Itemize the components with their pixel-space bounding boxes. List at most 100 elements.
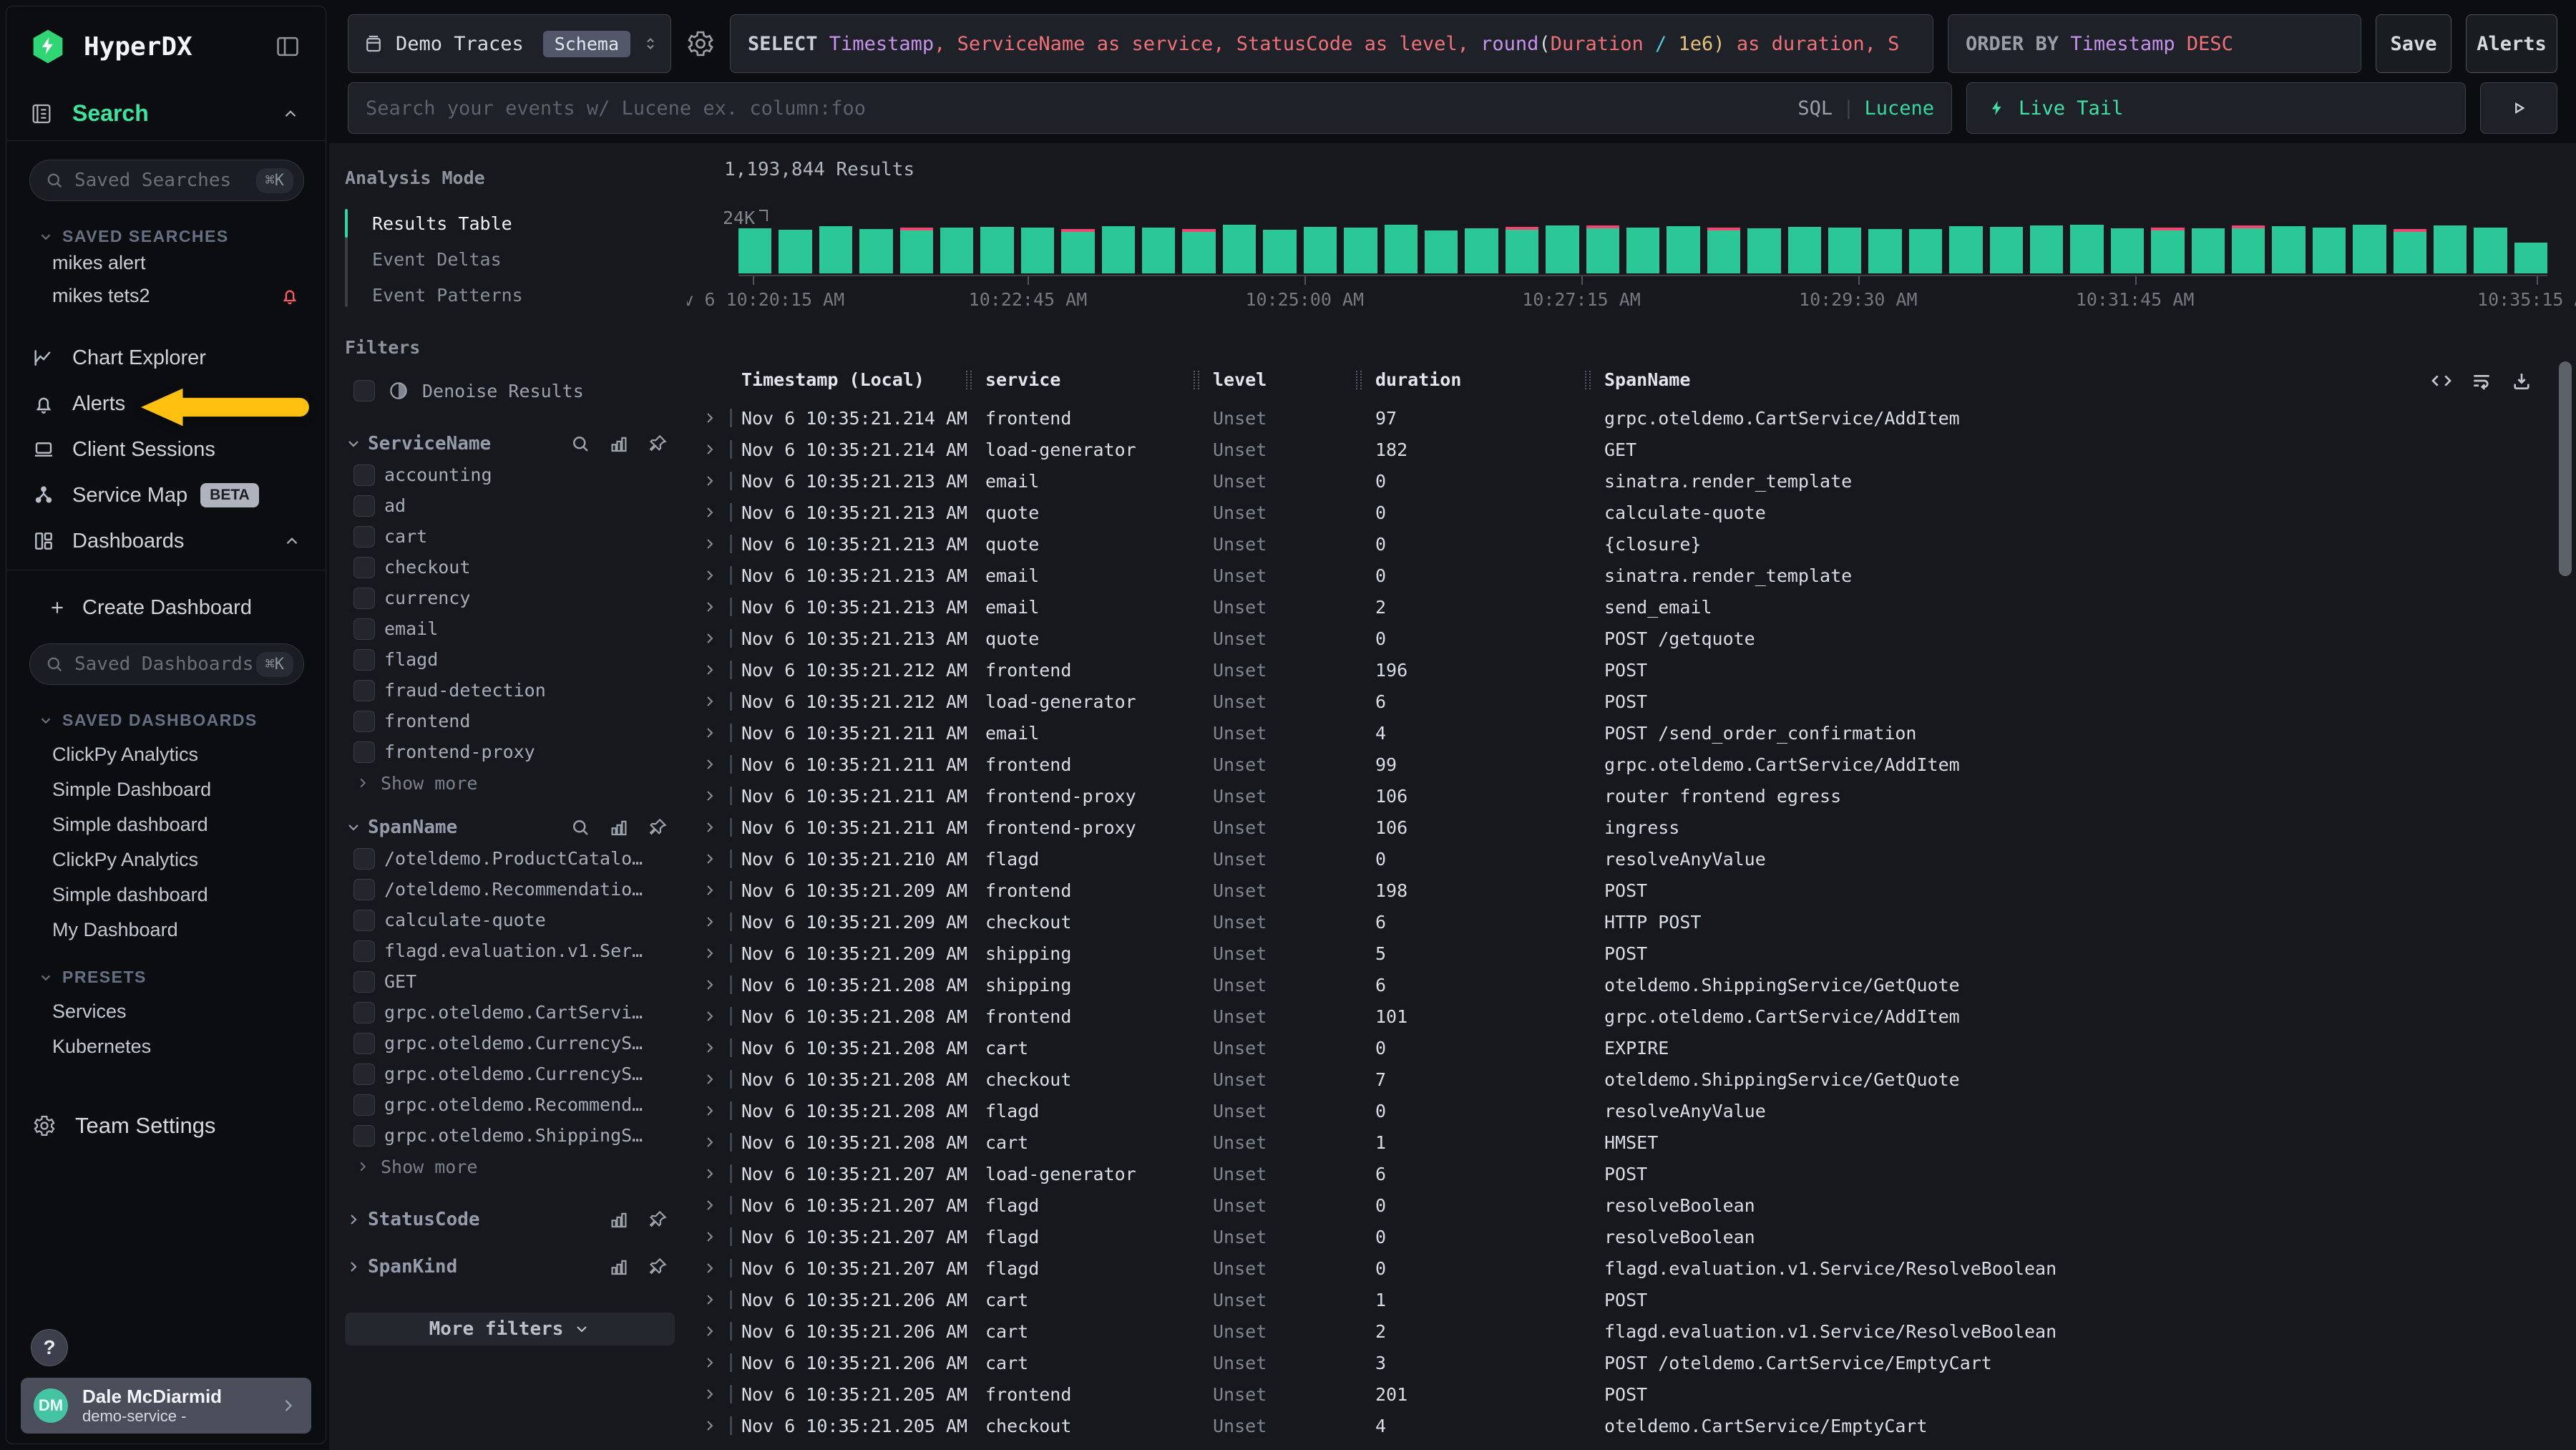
expand-row-icon[interactable]	[701, 1291, 718, 1308]
checkbox[interactable]	[353, 1033, 375, 1054]
filter-checkbox-item[interactable]: flagd	[345, 644, 687, 675]
expand-row-icon[interactable]	[701, 1228, 718, 1245]
histogram-bar[interactable]	[980, 227, 1013, 273]
saved-dashboards-search[interactable]: ⌘K	[29, 643, 304, 685]
saved-searches-search[interactable]: ⌘K	[29, 160, 304, 201]
checkbox[interactable]	[353, 588, 375, 609]
histogram-bar[interactable]	[2030, 225, 2063, 273]
histogram-bar[interactable]	[1344, 228, 1377, 273]
expand-row-icon[interactable]	[701, 882, 718, 899]
order-by-editor[interactable]: ORDER BY Timestamp DESC	[1948, 14, 2361, 73]
expand-row-icon[interactable]	[701, 1008, 718, 1025]
expand-row-icon[interactable]	[701, 535, 718, 553]
table-row[interactable]: Nov 6 10:35:21.211 AM frontend-proxy Uns…	[701, 780, 2576, 812]
histogram-bar[interactable]	[2232, 225, 2265, 273]
histogram-bar[interactable]	[1828, 228, 1861, 273]
table-row[interactable]: Nov 6 10:35:21.207 AM flagd Unset 0 reso…	[701, 1221, 2576, 1252]
expand-row-icon[interactable]	[701, 1260, 718, 1277]
histogram-bar[interactable]	[1949, 226, 1982, 273]
histogram-bar[interactable]	[1747, 228, 1780, 273]
column-header-level[interactable]: level	[1213, 369, 1375, 390]
checkbox[interactable]	[353, 557, 375, 578]
filter-checkbox-item[interactable]: calculate-quote	[345, 905, 687, 935]
bar-chart-icon[interactable]	[608, 433, 630, 454]
histogram-bar[interactable]	[1425, 230, 1458, 273]
filter-checkbox-item[interactable]: frontend-proxy	[345, 736, 687, 767]
saved-dashboard-item[interactable]: Simple dashboard	[6, 877, 326, 913]
expand-row-icon[interactable]	[701, 1039, 718, 1056]
table-row[interactable]: Nov 6 10:35:21.214 AM load-generator Uns…	[701, 434, 2576, 465]
expand-row-icon[interactable]	[701, 661, 718, 678]
pin-icon[interactable]	[647, 1256, 668, 1278]
sidebar-item-service-map[interactable]: Service Map BETA	[6, 472, 326, 518]
table-row[interactable]: Nov 6 10:35:21.208 AM shipping Unset 6 o…	[701, 969, 2576, 1001]
schema-badge[interactable]: Schema	[543, 31, 630, 57]
filter-checkbox-item[interactable]: accounting	[345, 459, 687, 490]
checkbox[interactable]	[353, 711, 375, 732]
saved-searches-input[interactable]	[74, 170, 256, 191]
histogram-bar[interactable]	[1909, 229, 1942, 273]
histogram-bar[interactable]	[2070, 225, 2103, 273]
filter-group-header[interactable]: StatusCode	[345, 1204, 687, 1235]
saved-dashboards-header[interactable]: SAVED DASHBOARDS	[38, 711, 326, 730]
expand-row-icon[interactable]	[701, 472, 718, 490]
saved-dashboard-item[interactable]: Simple dashboard	[6, 807, 326, 842]
histogram-bar[interactable]	[2272, 226, 2305, 273]
table-row[interactable]: Nov 6 10:35:21.210 AM flagd Unset 0 reso…	[701, 843, 2576, 875]
histogram-bar[interactable]	[779, 230, 811, 273]
histogram-bar[interactable]	[859, 229, 892, 273]
filter-checkbox-item[interactable]: grpc.oteldemo.Recommend…	[345, 1089, 687, 1120]
analysis-mode-option[interactable]: Event Deltas	[345, 241, 687, 277]
live-tail-button[interactable]: Live Tail	[1966, 82, 2466, 134]
event-search-bar[interactable]: SQL | Lucene	[348, 82, 1952, 134]
column-resize-handle[interactable]	[1194, 371, 1199, 389]
search-icon[interactable]	[570, 817, 591, 838]
expand-row-icon[interactable]	[701, 787, 718, 804]
table-row[interactable]: Nov 6 10:35:21.214 AM frontend Unset 97 …	[701, 402, 2576, 434]
expand-row-icon[interactable]	[701, 819, 718, 836]
expand-row-icon[interactable]	[701, 724, 718, 741]
filter-checkbox-item[interactable]: fraud-detection	[345, 675, 687, 706]
filter-checkbox-item[interactable]: /oteldemo.Recommendatio…	[345, 874, 687, 905]
expand-row-icon[interactable]	[701, 1134, 718, 1151]
filter-checkbox-item[interactable]: grpc.oteldemo.CurrencyS…	[345, 1028, 687, 1059]
filter-checkbox-item[interactable]: currency	[345, 583, 687, 613]
checkbox[interactable]	[353, 618, 375, 640]
histogram-bar[interactable]	[2111, 228, 2144, 273]
saved-searches-header[interactable]: SAVED SEARCHES	[38, 227, 326, 246]
expand-row-icon[interactable]	[701, 1386, 718, 1403]
expand-row-icon[interactable]	[701, 409, 718, 427]
table-row[interactable]: Nov 6 10:35:21.211 AM email Unset 4 POST…	[701, 717, 2576, 749]
filter-checkbox-item[interactable]: checkout	[345, 552, 687, 583]
histogram-bar[interactable]	[2353, 225, 2386, 273]
save-button[interactable]: Save	[2376, 14, 2451, 73]
histogram-bar[interactable]	[1788, 227, 1821, 273]
histogram-bar[interactable]	[1667, 226, 1699, 273]
histogram-bar[interactable]	[1626, 228, 1659, 274]
table-row[interactable]: Nov 6 10:35:21.206 AM cart Unset 2 flagd…	[701, 1315, 2576, 1347]
checkbox[interactable]	[353, 971, 375, 993]
sidebar-item-team-settings[interactable]: Team Settings	[6, 1106, 326, 1146]
expand-row-icon[interactable]	[701, 1165, 718, 1182]
checkbox[interactable]	[353, 879, 375, 900]
sql-query[interactable]: SELECT Timestamp, ServiceName as service…	[748, 33, 1899, 55]
saved-dashboard-item[interactable]: ClickPy Analytics	[6, 842, 326, 877]
histogram-bar[interactable]	[940, 228, 973, 273]
pin-icon[interactable]	[647, 433, 668, 454]
preset-item[interactable]: Services	[6, 994, 326, 1029]
expand-row-icon[interactable]	[701, 1417, 718, 1434]
histogram-bar[interactable]	[1142, 228, 1175, 273]
brand-title[interactable]: HyperDX	[84, 32, 274, 62]
checkbox[interactable]	[353, 680, 375, 701]
expand-row-icon[interactable]	[701, 976, 718, 993]
checkbox[interactable]	[353, 649, 375, 671]
source-settings-gear-icon[interactable]	[686, 29, 716, 59]
expand-row-icon[interactable]	[701, 441, 718, 458]
table-row[interactable]: Nov 6 10:35:21.208 AM cart Unset 0 EXPIR…	[701, 1032, 2576, 1064]
histogram-bar[interactable]	[900, 228, 933, 273]
expand-row-icon[interactable]	[701, 913, 718, 930]
histogram-bar[interactable]	[1586, 225, 1619, 273]
expand-row-icon[interactable]	[701, 630, 718, 647]
filter-group-header[interactable]: ServiceName	[345, 428, 687, 459]
sidebar-item-alerts[interactable]: Alerts	[6, 381, 326, 427]
